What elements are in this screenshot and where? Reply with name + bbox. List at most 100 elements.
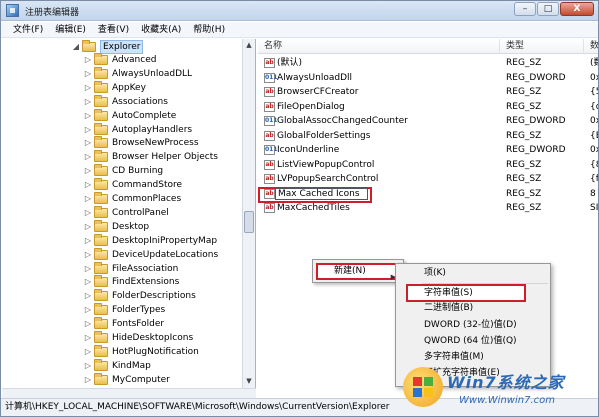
expand-arrow-icon[interactable]: ▷ (84, 289, 92, 303)
tree-item[interactable]: ▷ AppKey (2, 80, 240, 95)
expand-arrow-icon[interactable]: ▷ (84, 192, 92, 206)
tree-item[interactable]: ▷ HideDesktopIcons (2, 331, 240, 345)
tree-item[interactable]: ▷ ControlPanel (2, 205, 240, 220)
submenu-binary-value[interactable]: 二进制值(B) (424, 301, 473, 316)
value-data: {d (590, 101, 598, 112)
tree-item[interactable]: ▷ FindExtensions (2, 275, 240, 289)
tree-item[interactable]: ▷ CommandStore (2, 178, 240, 192)
tree-item[interactable]: ▷ FontsFolder (2, 317, 240, 331)
expand-arrow-icon[interactable]: ▷ (84, 53, 92, 67)
folder-icon (94, 358, 108, 371)
tree-scroll-thumb[interactable] (244, 211, 254, 233)
expand-arrow-icon[interactable]: ▷ (84, 150, 92, 164)
expand-arrow-icon[interactable]: ◢ (72, 40, 80, 54)
menu-view[interactable]: 查看(V) (92, 22, 135, 37)
tree-item-selected[interactable]: ◢ Explorer (2, 40, 240, 54)
tree-item[interactable]: ▷ KindMap (2, 358, 240, 373)
close-button[interactable]: X (560, 2, 594, 16)
tree-item[interactable]: ▷ Associations (2, 94, 240, 109)
expand-arrow-icon[interactable]: ▷ (84, 178, 92, 192)
tree-item[interactable]: ▷ DeviceUpdateLocations (2, 247, 240, 262)
tree-item-label: FolderDescriptions (112, 291, 196, 302)
tree-item[interactable]: ▷ HotPlugNotification (2, 344, 240, 359)
rename-value-input[interactable] (275, 187, 368, 200)
folder-icon (94, 192, 108, 204)
expand-arrow-icon[interactable]: ▷ (84, 123, 92, 137)
tree-item[interactable]: ▷ AutoComplete (2, 108, 240, 123)
value-row[interactable]: abGlobalFolderSettings REG_SZ {E (258, 129, 598, 143)
string-value-icon: ab (264, 58, 275, 68)
value-type: REG_SZ (506, 101, 542, 112)
expand-arrow-icon[interactable]: ▷ (84, 67, 92, 81)
value-row[interactable]: ab LVPopupSearchControl REG_SZ {f (258, 172, 598, 186)
watermark-title: Win7系统之家 (447, 373, 565, 392)
folder-icon (94, 66, 108, 79)
expand-arrow-icon[interactable]: ▷ (84, 303, 92, 317)
tree-item[interactable]: ▷ FolderTypes (2, 303, 240, 317)
scroll-down-icon[interactable]: ▼ (244, 376, 254, 386)
column-type-header[interactable]: 类型 (500, 39, 584, 54)
tree-item[interactable]: ▷ AutoplayHandlers (2, 122, 240, 137)
minimize-button[interactable]: – (514, 2, 536, 16)
expand-arrow-icon[interactable]: ▷ (84, 317, 92, 331)
tree-item[interactable]: ▷ CD Burning (2, 164, 240, 178)
expand-arrow-icon[interactable]: ▷ (84, 164, 92, 178)
tree-item[interactable]: ▷ BrowseNewProcess (2, 136, 240, 150)
context-new-item[interactable]: 新建(N) ▶ (316, 263, 400, 281)
value-row[interactable]: 011AlwaysUnloadDll REG_DWORD 0x (258, 71, 598, 85)
expand-arrow-icon[interactable]: ▷ (84, 234, 92, 248)
submenu-string-value[interactable]: 字符串值(S) (424, 286, 473, 301)
expand-arrow-icon[interactable]: ▷ (84, 136, 92, 150)
tree-item[interactable]: ▷ DesktopIniPropertyMap (2, 233, 240, 248)
submenu-qword-value[interactable]: QWORD (64 位)值(Q) (424, 334, 517, 349)
scroll-up-icon[interactable]: ▲ (244, 40, 254, 50)
tree-item[interactable]: ▷ Advanced (2, 53, 240, 67)
submenu-dword-value[interactable]: DWORD (32-位)值(D) (424, 318, 517, 333)
value-row[interactable]: abBrowserCFCreator REG_SZ {5 (258, 85, 598, 99)
expand-arrow-icon[interactable]: ▷ (84, 81, 92, 95)
value-row[interactable]: abREG_SZ8 (258, 186, 598, 203)
registry-tree[interactable]: ◢ Explorer ▷ Advanced ▷ AlwaysUnloadDLL ▷ AppKe… (2, 39, 256, 388)
value-row[interactable]: abListViewPopupControl REG_SZ {8 (258, 158, 598, 172)
tree-item[interactable]: ▷ MyComputer (2, 372, 240, 387)
tree-item[interactable]: ▷ Browser Helper Objects (2, 150, 240, 164)
folder-icon (94, 303, 108, 316)
expand-arrow-icon[interactable]: ▷ (84, 220, 92, 234)
string-value-icon: ab (264, 174, 275, 184)
tree-item[interactable]: ▷ AlwaysUnloadDLL (2, 66, 240, 81)
column-name-header[interactable]: 名称 (258, 39, 500, 54)
tree-item[interactable]: ▷ Desktop (2, 219, 240, 234)
value-type: REG_SZ (506, 87, 542, 97)
tree-item[interactable]: ▷ FolderDescriptions (2, 289, 240, 303)
value-row[interactable]: 011GlobalAssocChangedCounter REG_DWORD 0x (258, 114, 598, 128)
value-row[interactable]: ab MaxCachedTiles REG_SZ SI (258, 201, 598, 215)
tree-item[interactable]: ▷ FileAssociation (2, 261, 240, 276)
folder-icon (94, 261, 108, 274)
expand-arrow-icon[interactable]: ▷ (84, 248, 92, 262)
menu-help[interactable]: 帮助(H) (187, 22, 231, 37)
tree-item[interactable]: ▷ CommonPlaces (2, 192, 240, 206)
value-row[interactable]: abFileOpenDialog REG_SZ {d (258, 100, 598, 114)
expand-arrow-icon[interactable]: ▷ (84, 345, 92, 359)
expand-arrow-icon[interactable]: ▷ (84, 109, 92, 123)
tree-item-label: ControlPanel (112, 207, 169, 218)
value-row[interactable]: ab(默认) REG_SZ (数 (258, 56, 598, 70)
expand-arrow-icon[interactable]: ▷ (84, 331, 92, 345)
submenu-multi-string-value[interactable]: 多字符串值(M) (424, 350, 484, 365)
expand-arrow-icon[interactable]: ▷ (84, 275, 92, 289)
tree-horizontal-scrollbar[interactable] (2, 388, 256, 398)
column-data-header[interactable]: 数 (584, 39, 598, 54)
maximize-button[interactable]: □ (537, 2, 559, 16)
menu-edit[interactable]: 编辑(E) (49, 22, 92, 37)
menu-favorites[interactable]: 收藏夹(A) (135, 22, 187, 37)
value-row[interactable]: 011IconUnderline REG_DWORD 0x (258, 143, 598, 157)
expand-arrow-icon[interactable]: ▷ (84, 373, 92, 387)
submenu-key[interactable]: 项(K) (424, 266, 446, 281)
expand-arrow-icon[interactable]: ▷ (84, 359, 92, 373)
expand-arrow-icon[interactable]: ▷ (84, 206, 92, 220)
title-bar[interactable]: 注册表编辑器 – □ X (1, 1, 598, 21)
expand-arrow-icon[interactable]: ▷ (84, 262, 92, 276)
expand-arrow-icon[interactable]: ▷ (84, 95, 92, 109)
menu-file[interactable]: 文件(F) (7, 22, 49, 37)
tree-scrollbar[interactable]: ▲ ▼ (242, 39, 255, 388)
